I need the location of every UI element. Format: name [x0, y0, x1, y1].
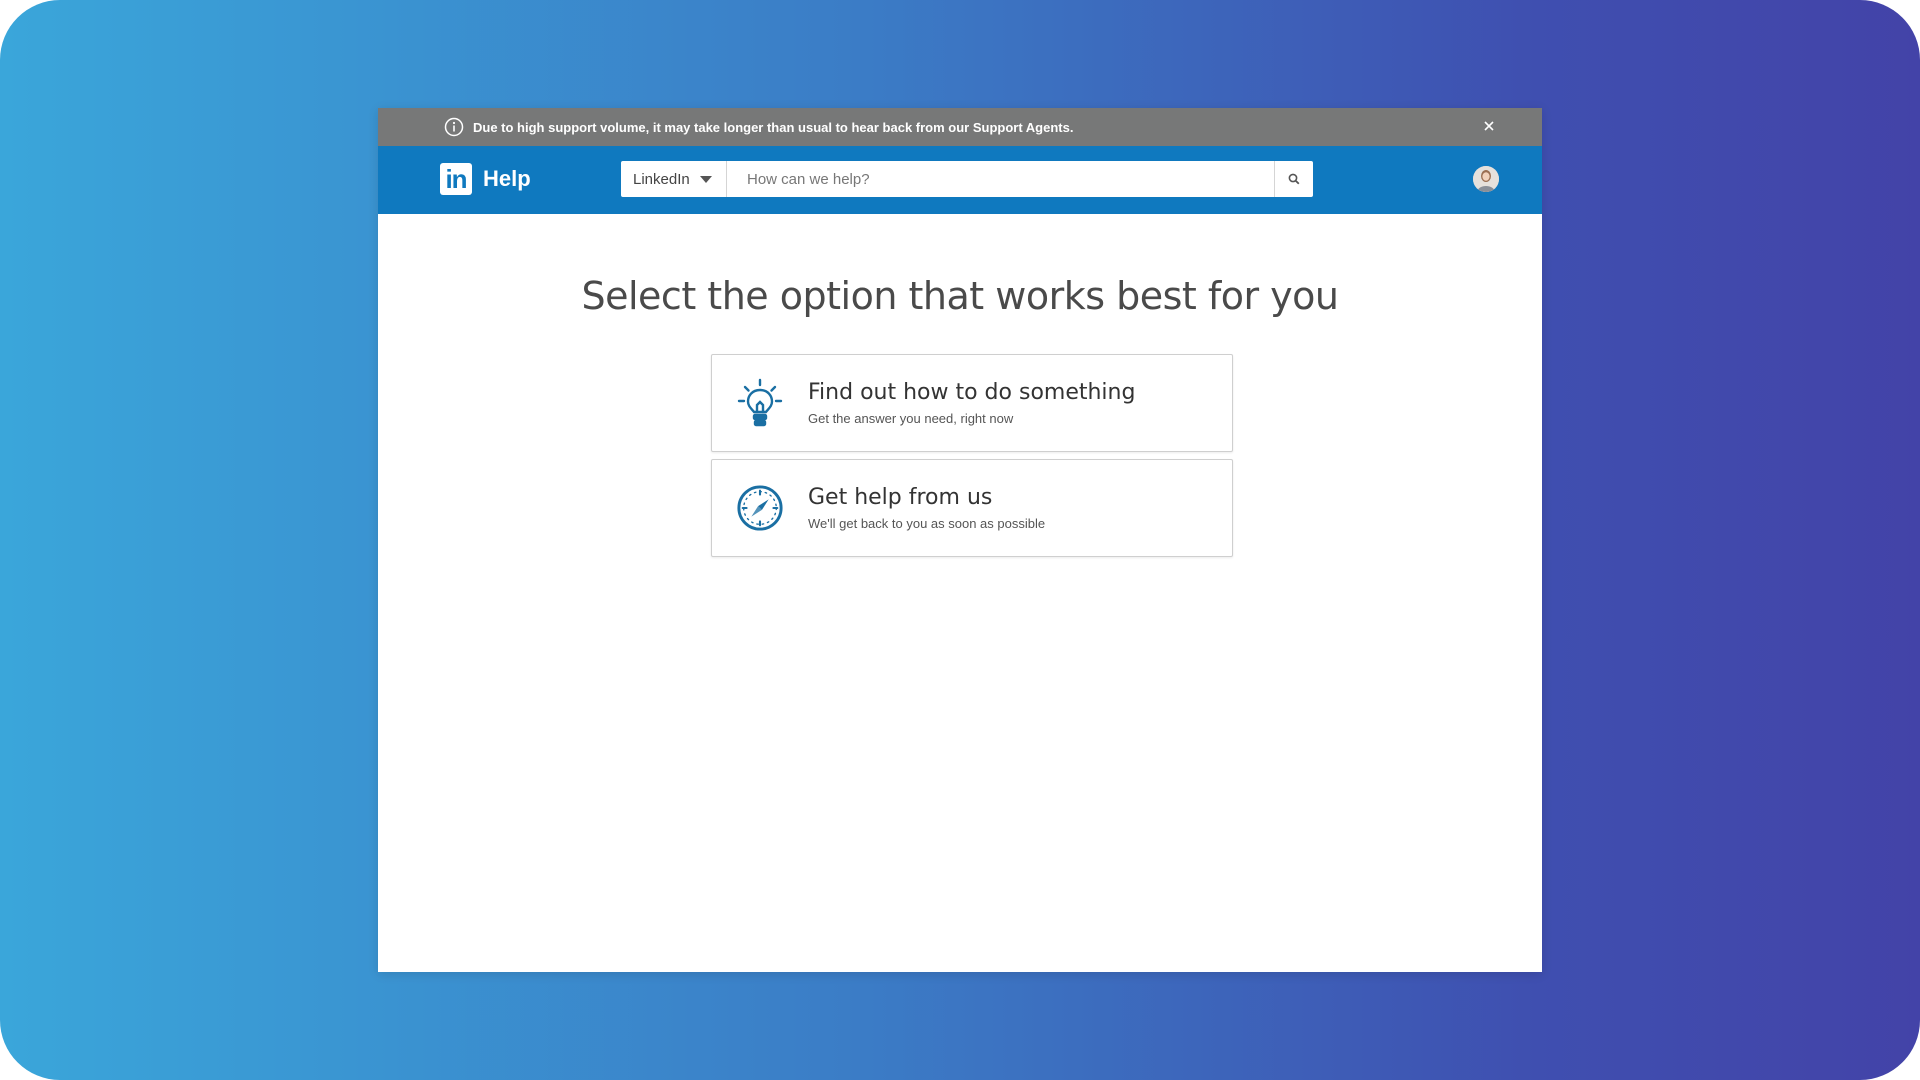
option-subtitle: Get the answer you need, right now	[808, 411, 1014, 426]
search-icon	[1288, 173, 1300, 185]
main-content: Select the option that works best for yo…	[378, 214, 1542, 557]
brand-label: Help	[483, 166, 531, 191]
search-button[interactable]	[1274, 161, 1313, 197]
notice-banner: Due to high support volume, it may take …	[378, 108, 1542, 146]
option-subtitle: We'll get back to you as soon as possibl…	[808, 516, 1046, 531]
browser-window: Due to high support volume, it may take …	[378, 108, 1542, 972]
notice-text: Due to high support volume, it may take …	[473, 119, 1074, 135]
product-selector[interactable]: LinkedIn	[621, 161, 727, 197]
linkedin-logo: in	[440, 163, 472, 195]
close-icon[interactable]	[1480, 117, 1498, 135]
search-bar: LinkedIn	[621, 161, 1313, 197]
avatar[interactable]	[1473, 166, 1499, 192]
option-get-help[interactable]: Get help from us We'll get back to you a…	[711, 459, 1233, 557]
search-input[interactable]	[727, 161, 1274, 197]
lightbulb-icon	[736, 378, 784, 427]
background-frame: Due to high support volume, it may take …	[0, 0, 1920, 1080]
product-selector-label: LinkedIn	[633, 170, 690, 188]
page-title: Select the option that works best for yo…	[581, 274, 1340, 318]
compass-icon	[736, 484, 784, 532]
options-list: Find out how to do something Get the ans…	[711, 354, 1233, 564]
option-title: Find out how to do something	[808, 380, 1136, 405]
brand-link[interactable]: in Help	[440, 163, 531, 195]
top-navigation: in Help LinkedIn	[378, 146, 1542, 214]
caret-down-icon	[699, 175, 712, 183]
option-title: Get help from us	[808, 485, 993, 510]
info-icon	[444, 117, 464, 137]
option-find-out[interactable]: Find out how to do something Get the ans…	[711, 354, 1233, 452]
